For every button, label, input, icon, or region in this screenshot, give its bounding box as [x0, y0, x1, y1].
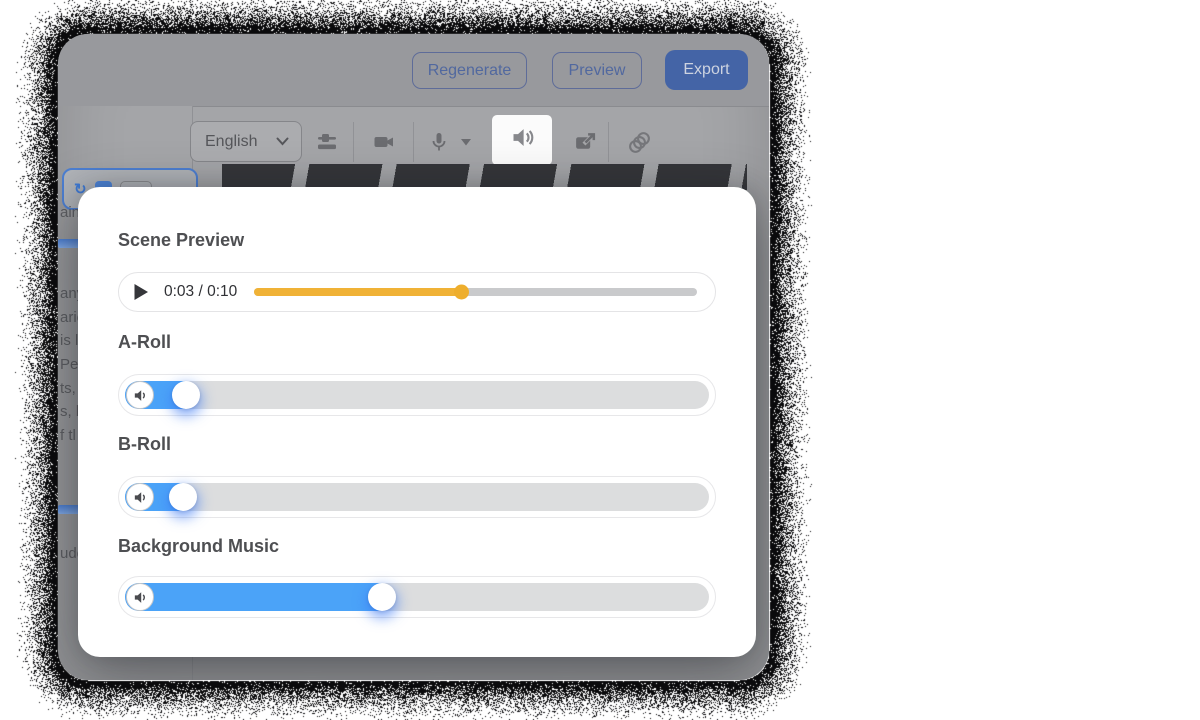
caret-down-icon[interactable] [460, 129, 472, 155]
scene-preview-player: 0:03 / 0:10 [118, 272, 716, 312]
background-music-label: Background Music [118, 536, 279, 557]
bg-text-fragment: f tl [60, 427, 76, 444]
language-label: English [205, 133, 257, 151]
header-divider [192, 106, 769, 107]
background-music-volume-handle[interactable] [368, 583, 396, 611]
toolbar-divider [413, 122, 414, 162]
speaker-icon [509, 124, 536, 156]
a-roll-volume-handle[interactable] [172, 381, 200, 409]
audio-mixer-modal: Scene Preview 0:03 / 0:10 A-Roll B-Roll … [78, 187, 756, 657]
playback-time: 0:03 / 0:10 [164, 283, 237, 301]
regenerate-button[interactable]: Regenerate [412, 52, 527, 89]
chevron-down-icon [276, 133, 289, 151]
volume-icon [126, 483, 154, 511]
a-roll-volume-track[interactable] [125, 381, 709, 409]
b-roll-volume-track[interactable] [125, 483, 709, 511]
export-button[interactable]: Export [665, 50, 748, 90]
microphone-icon[interactable] [426, 129, 452, 155]
rings-icon[interactable] [626, 129, 652, 155]
a-roll-label: A-Roll [118, 332, 171, 353]
b-roll-volume-slider [118, 476, 716, 518]
speaker-tool-active[interactable] [492, 115, 552, 165]
play-icon[interactable] [133, 283, 151, 301]
a-roll-volume-slider [118, 374, 716, 416]
camera-icon[interactable] [371, 129, 397, 155]
seek-bar-fill [254, 288, 462, 296]
seek-handle[interactable] [454, 285, 469, 300]
app-window: Regenerate Preview Export English ↻ ain … [58, 34, 769, 680]
language-dropdown[interactable]: English [190, 121, 302, 162]
preview-button[interactable]: Preview [552, 52, 642, 89]
background-music-volume-fill [125, 583, 382, 611]
background-music-volume-slider [118, 576, 716, 618]
volume-icon [126, 583, 154, 611]
seek-bar[interactable] [254, 288, 697, 296]
volume-icon [126, 381, 154, 409]
toolbar-divider [608, 122, 609, 162]
tracks-icon[interactable] [314, 129, 340, 155]
toolbar-divider [353, 122, 354, 162]
background-music-volume-track[interactable] [125, 583, 709, 611]
b-roll-volume-handle[interactable] [169, 483, 197, 511]
bg-text-fragment: ts, [60, 380, 76, 397]
b-roll-label: B-Roll [118, 434, 171, 455]
bg-text-fragment: is l [60, 332, 78, 349]
scene-preview-title: Scene Preview [118, 230, 244, 251]
share-icon[interactable] [572, 129, 598, 155]
